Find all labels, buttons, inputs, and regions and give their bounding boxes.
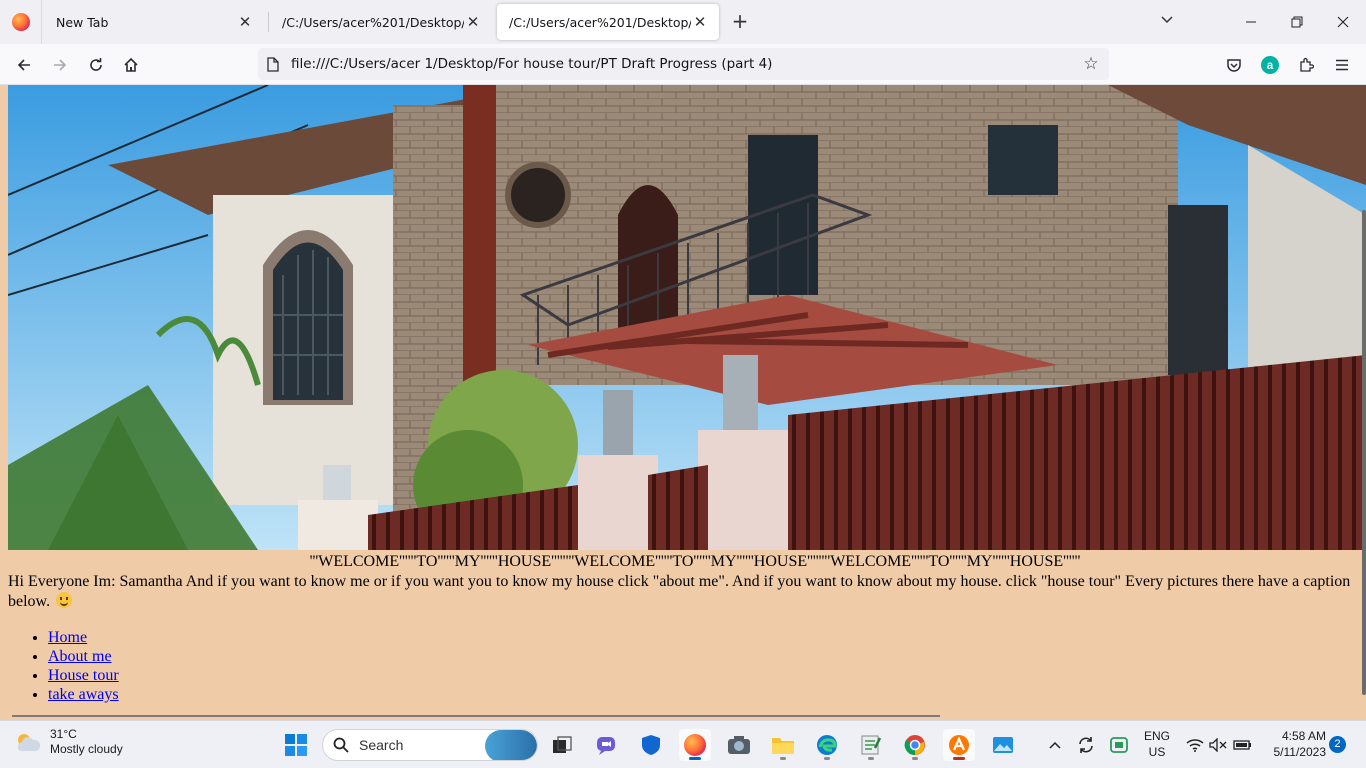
security-shield-icon[interactable]	[635, 729, 667, 761]
wifi-icon[interactable]	[1184, 721, 1206, 768]
windows-taskbar: 31°C Mostly cloudy Search ENG US 4:58 AM…	[0, 720, 1366, 768]
running-indicator	[868, 757, 874, 760]
bookmark-star-icon[interactable]: ☆	[1079, 52, 1103, 76]
start-windows-icon[interactable]	[280, 729, 312, 761]
close-tab-icon[interactable]: ✕	[464, 13, 482, 31]
camera-icon[interactable]	[723, 729, 755, 761]
taskbar-clock[interactable]: 4:58 AM 5/11/2023	[1262, 728, 1327, 760]
page-file-icon	[258, 48, 288, 80]
avast-icon[interactable]	[943, 729, 975, 761]
search-icon	[333, 737, 349, 753]
nav-item-house-tour: House tour	[48, 666, 119, 685]
page-scrollbar[interactable]	[1362, 210, 1366, 695]
pocket-icon[interactable]	[1219, 50, 1249, 80]
running-indicator	[953, 757, 965, 760]
running-indicator	[780, 757, 786, 760]
running-indicator	[912, 757, 918, 760]
running-indicator	[689, 757, 701, 760]
nav-link-house-tour[interactable]: House tour	[48, 667, 119, 684]
horizontal-rule	[12, 715, 940, 717]
nav-item-home: Home	[48, 628, 119, 647]
house-photo	[8, 85, 1366, 550]
welcome-banner: '''WELCOME''''''TO''''''MY''''''HOUSE'''…	[309, 553, 1081, 570]
notification-count-badge[interactable]: 2	[1329, 736, 1346, 753]
close-tab-icon[interactable]: ✕	[691, 13, 709, 31]
intro-text: Hi Everyone Im: Samantha And if you want…	[8, 573, 1351, 610]
tab-label: /C:/Users/acer%201/Desktop/For%2	[282, 14, 464, 30]
chrome-icon[interactable]	[899, 729, 931, 761]
nav-item-about-me: About me	[48, 647, 119, 666]
clock-date: 5/11/2023	[1273, 745, 1327, 759]
smiley-emoji-icon	[56, 592, 73, 608]
sync-icon[interactable]	[1075, 721, 1097, 768]
cloud-sun-icon	[17, 734, 41, 751]
minimize-icon[interactable]	[1228, 0, 1274, 44]
restore-icon[interactable]	[1274, 0, 1320, 44]
firefox-view-button[interactable]	[0, 0, 42, 44]
search-label: Search	[359, 737, 404, 753]
new-tab-plus-icon[interactable]: +	[728, 10, 752, 34]
navigation-toolbar: file:///C:/Users/acer 1/Desktop/For hous…	[0, 44, 1366, 85]
extensions-puzzle-icon[interactable]	[1291, 50, 1321, 80]
address-bar[interactable]: file:///C:/Users/acer 1/Desktop/For hous…	[258, 48, 1109, 80]
tab-local-file-1[interactable]: /C:/Users/acer%201/Desktop/For%2 ✕	[270, 4, 492, 40]
tab-strip: New Tab ✕ /C:/Users/acer%201/Desktop/For…	[0, 0, 1366, 44]
hamburger-menu-icon[interactable]	[1327, 50, 1357, 80]
running-indicator	[824, 757, 830, 760]
tab-divider	[268, 12, 269, 32]
task-view-icon[interactable]	[546, 729, 578, 761]
forward-arrow-icon[interactable]	[45, 50, 75, 80]
keyboard-region: US	[1148, 745, 1166, 759]
language-code: ENG	[1143, 729, 1170, 743]
tab-local-file-2[interactable]: /C:/Users/acer%201/Desktop/For%2 ✕	[497, 4, 719, 40]
file-explorer-folder-icon[interactable]	[767, 729, 799, 761]
taskbar-firefox-icon[interactable]	[679, 729, 711, 761]
page-viewport: '''WELCOME''''''TO''''''MY''''''HOUSE'''…	[0, 85, 1366, 717]
home-icon[interactable]	[116, 50, 146, 80]
meet-now-icon[interactable]	[1108, 721, 1130, 768]
nav-link-home[interactable]: Home	[48, 629, 87, 646]
notepad-icon[interactable]	[855, 729, 887, 761]
nav-link-take-aways[interactable]: take aways	[48, 686, 119, 703]
nav-item-take-aways: take aways	[48, 685, 119, 704]
weather-text: 31°C Mostly cloudy	[50, 727, 123, 757]
nav-link-about-me[interactable]: About me	[48, 648, 112, 665]
house-photo-drawing	[8, 85, 1366, 550]
teams-chat-icon[interactable]	[591, 729, 623, 761]
list-all-tabs-chevron-icon[interactable]	[1156, 12, 1178, 32]
weather-widget[interactable]: 31°C Mostly cloudy	[14, 727, 123, 757]
battery-icon[interactable]	[1231, 721, 1255, 768]
weather-description: Mostly cloudy	[50, 742, 123, 756]
tab-label: /C:/Users/acer%201/Desktop/For%2	[509, 14, 691, 30]
reload-icon[interactable]	[81, 50, 111, 80]
edge-browser-icon[interactable]	[811, 729, 843, 761]
clock-time: 4:58 AM	[1281, 729, 1326, 743]
weather-temperature: 31°C	[50, 727, 77, 741]
site-nav-list: Home About me House tour take aways	[48, 628, 119, 704]
address-text: file:///C:/Users/acer 1/Desktop/For hous…	[291, 56, 773, 72]
language-indicator[interactable]: ENG US	[1140, 728, 1174, 760]
taskbar-search-box[interactable]: Search	[322, 729, 538, 761]
tab-label: New Tab	[56, 14, 109, 30]
back-arrow-icon[interactable]	[9, 50, 39, 80]
show-hidden-icons-chevron-icon[interactable]	[1045, 721, 1065, 768]
close-window-icon[interactable]	[1320, 0, 1366, 44]
firefox-logo-icon	[11, 13, 30, 31]
search-highlight-art	[485, 730, 537, 760]
photos-icon[interactable]	[987, 729, 1019, 761]
intro-paragraph: Hi Everyone Im: Samantha And if you want…	[8, 572, 1358, 612]
volume-muted-icon[interactable]	[1207, 721, 1229, 768]
tab-new-tab[interactable]: New Tab ✕	[44, 4, 264, 40]
account-avatar-icon[interactable]: a	[1255, 50, 1285, 80]
close-tab-icon[interactable]: ✕	[236, 13, 254, 31]
